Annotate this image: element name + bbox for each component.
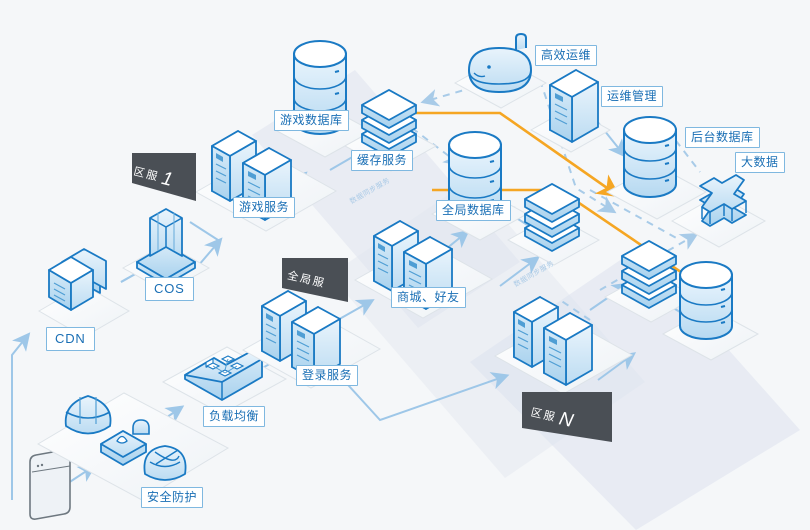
zone-1-number: 1 <box>159 167 175 191</box>
node-client[interactable] <box>29 449 71 520</box>
arrow-cos-stub <box>189 221 219 241</box>
stacked-layers-icon <box>361 89 417 158</box>
label-loadbalancer[interactable]: 负载均衡 <box>203 406 266 427</box>
database-cylinder-icon <box>623 116 677 198</box>
label-global-db[interactable]: 全局数据库 <box>436 200 511 221</box>
label-cache[interactable]: 缓存服务 <box>351 150 414 171</box>
label-login[interactable]: 登录服务 <box>296 365 359 386</box>
label-devops-mgmt[interactable]: 运维管理 <box>601 86 664 107</box>
zone-n-prefix: 区服 <box>529 406 558 425</box>
node-cdn[interactable] <box>38 248 130 338</box>
database-cylinder-icon <box>679 261 733 340</box>
node-devops[interactable] <box>453 33 548 109</box>
label-cdn[interactable]: CDN <box>46 327 95 351</box>
arrow-client-to-cdn <box>11 332 31 500</box>
label-game-service[interactable]: 游戏服务 <box>233 197 296 218</box>
label-mall-friend[interactable]: 商城、好友 <box>391 287 466 308</box>
stacked-layers-icon <box>524 183 580 252</box>
label-devops[interactable]: 高效运维 <box>535 45 598 66</box>
zone-1-prefix: 区服 <box>132 165 161 184</box>
label-game-db[interactable]: 游戏数据库 <box>274 110 349 131</box>
cos-tower-icon <box>136 208 196 286</box>
diagram-canvas <box>11 33 800 530</box>
stacked-layers-icon <box>621 240 677 309</box>
star-cube-icon <box>699 174 747 227</box>
zone-n-number: N <box>556 408 576 432</box>
label-security[interactable]: 安全防护 <box>141 487 204 508</box>
label-cos[interactable]: COS <box>145 277 194 301</box>
label-backend-db[interactable]: 后台数据库 <box>685 127 760 148</box>
label-bigdata[interactable]: 大数据 <box>735 152 785 173</box>
whale-icon <box>467 33 533 94</box>
architecture-diagram: 区服1 全局服 区服N CDN COS 安全防护 负载均衡 登录服务 游戏服务 … <box>0 0 810 530</box>
server-single-icon <box>549 69 599 143</box>
